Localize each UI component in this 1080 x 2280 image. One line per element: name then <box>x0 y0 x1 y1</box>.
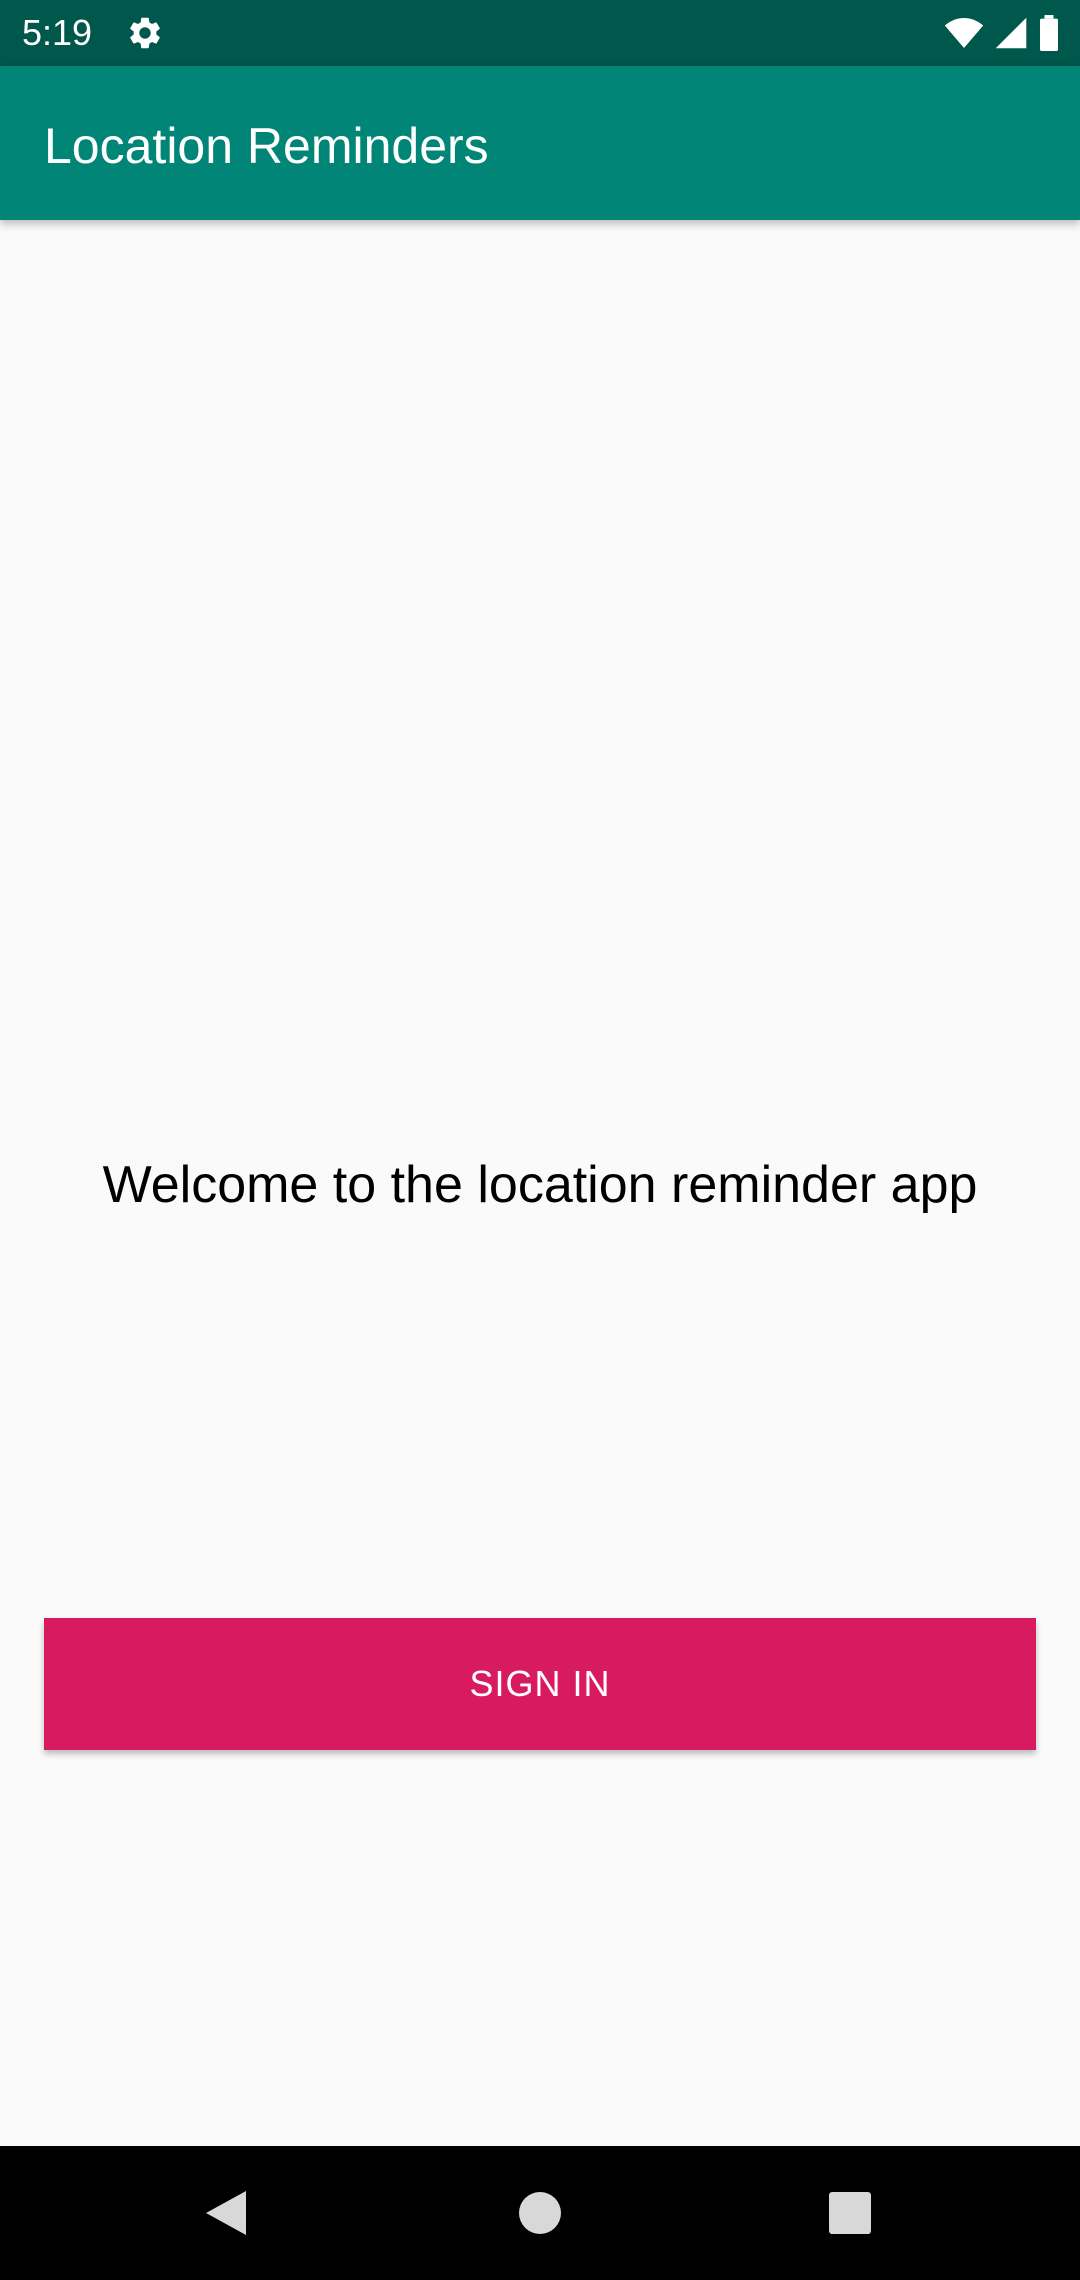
recents-icon[interactable] <box>780 2146 920 2280</box>
sign-in-button[interactable]: SIGN IN <box>44 1618 1036 1750</box>
sign-in-label: SIGN IN <box>469 1663 611 1704</box>
home-icon[interactable] <box>470 2146 610 2280</box>
navigation-bar <box>0 2146 1080 2280</box>
signal-icon <box>994 16 1028 50</box>
welcome-text: Welcome to the location reminder app <box>102 1156 978 1214</box>
wifi-icon <box>944 16 984 50</box>
app-bar: Location Reminders <box>0 66 1080 220</box>
battery-icon <box>1038 15 1060 51</box>
app-title: Location Reminders <box>44 118 489 174</box>
screen: 5:19 Location Reminders Welcome to the l… <box>0 0 1080 2280</box>
gear-icon <box>126 14 164 52</box>
status-icons <box>944 14 1060 52</box>
status-time: 5:19 <box>22 12 93 53</box>
status-bar: 5:19 <box>0 0 1080 66</box>
back-icon[interactable] <box>156 2146 296 2280</box>
